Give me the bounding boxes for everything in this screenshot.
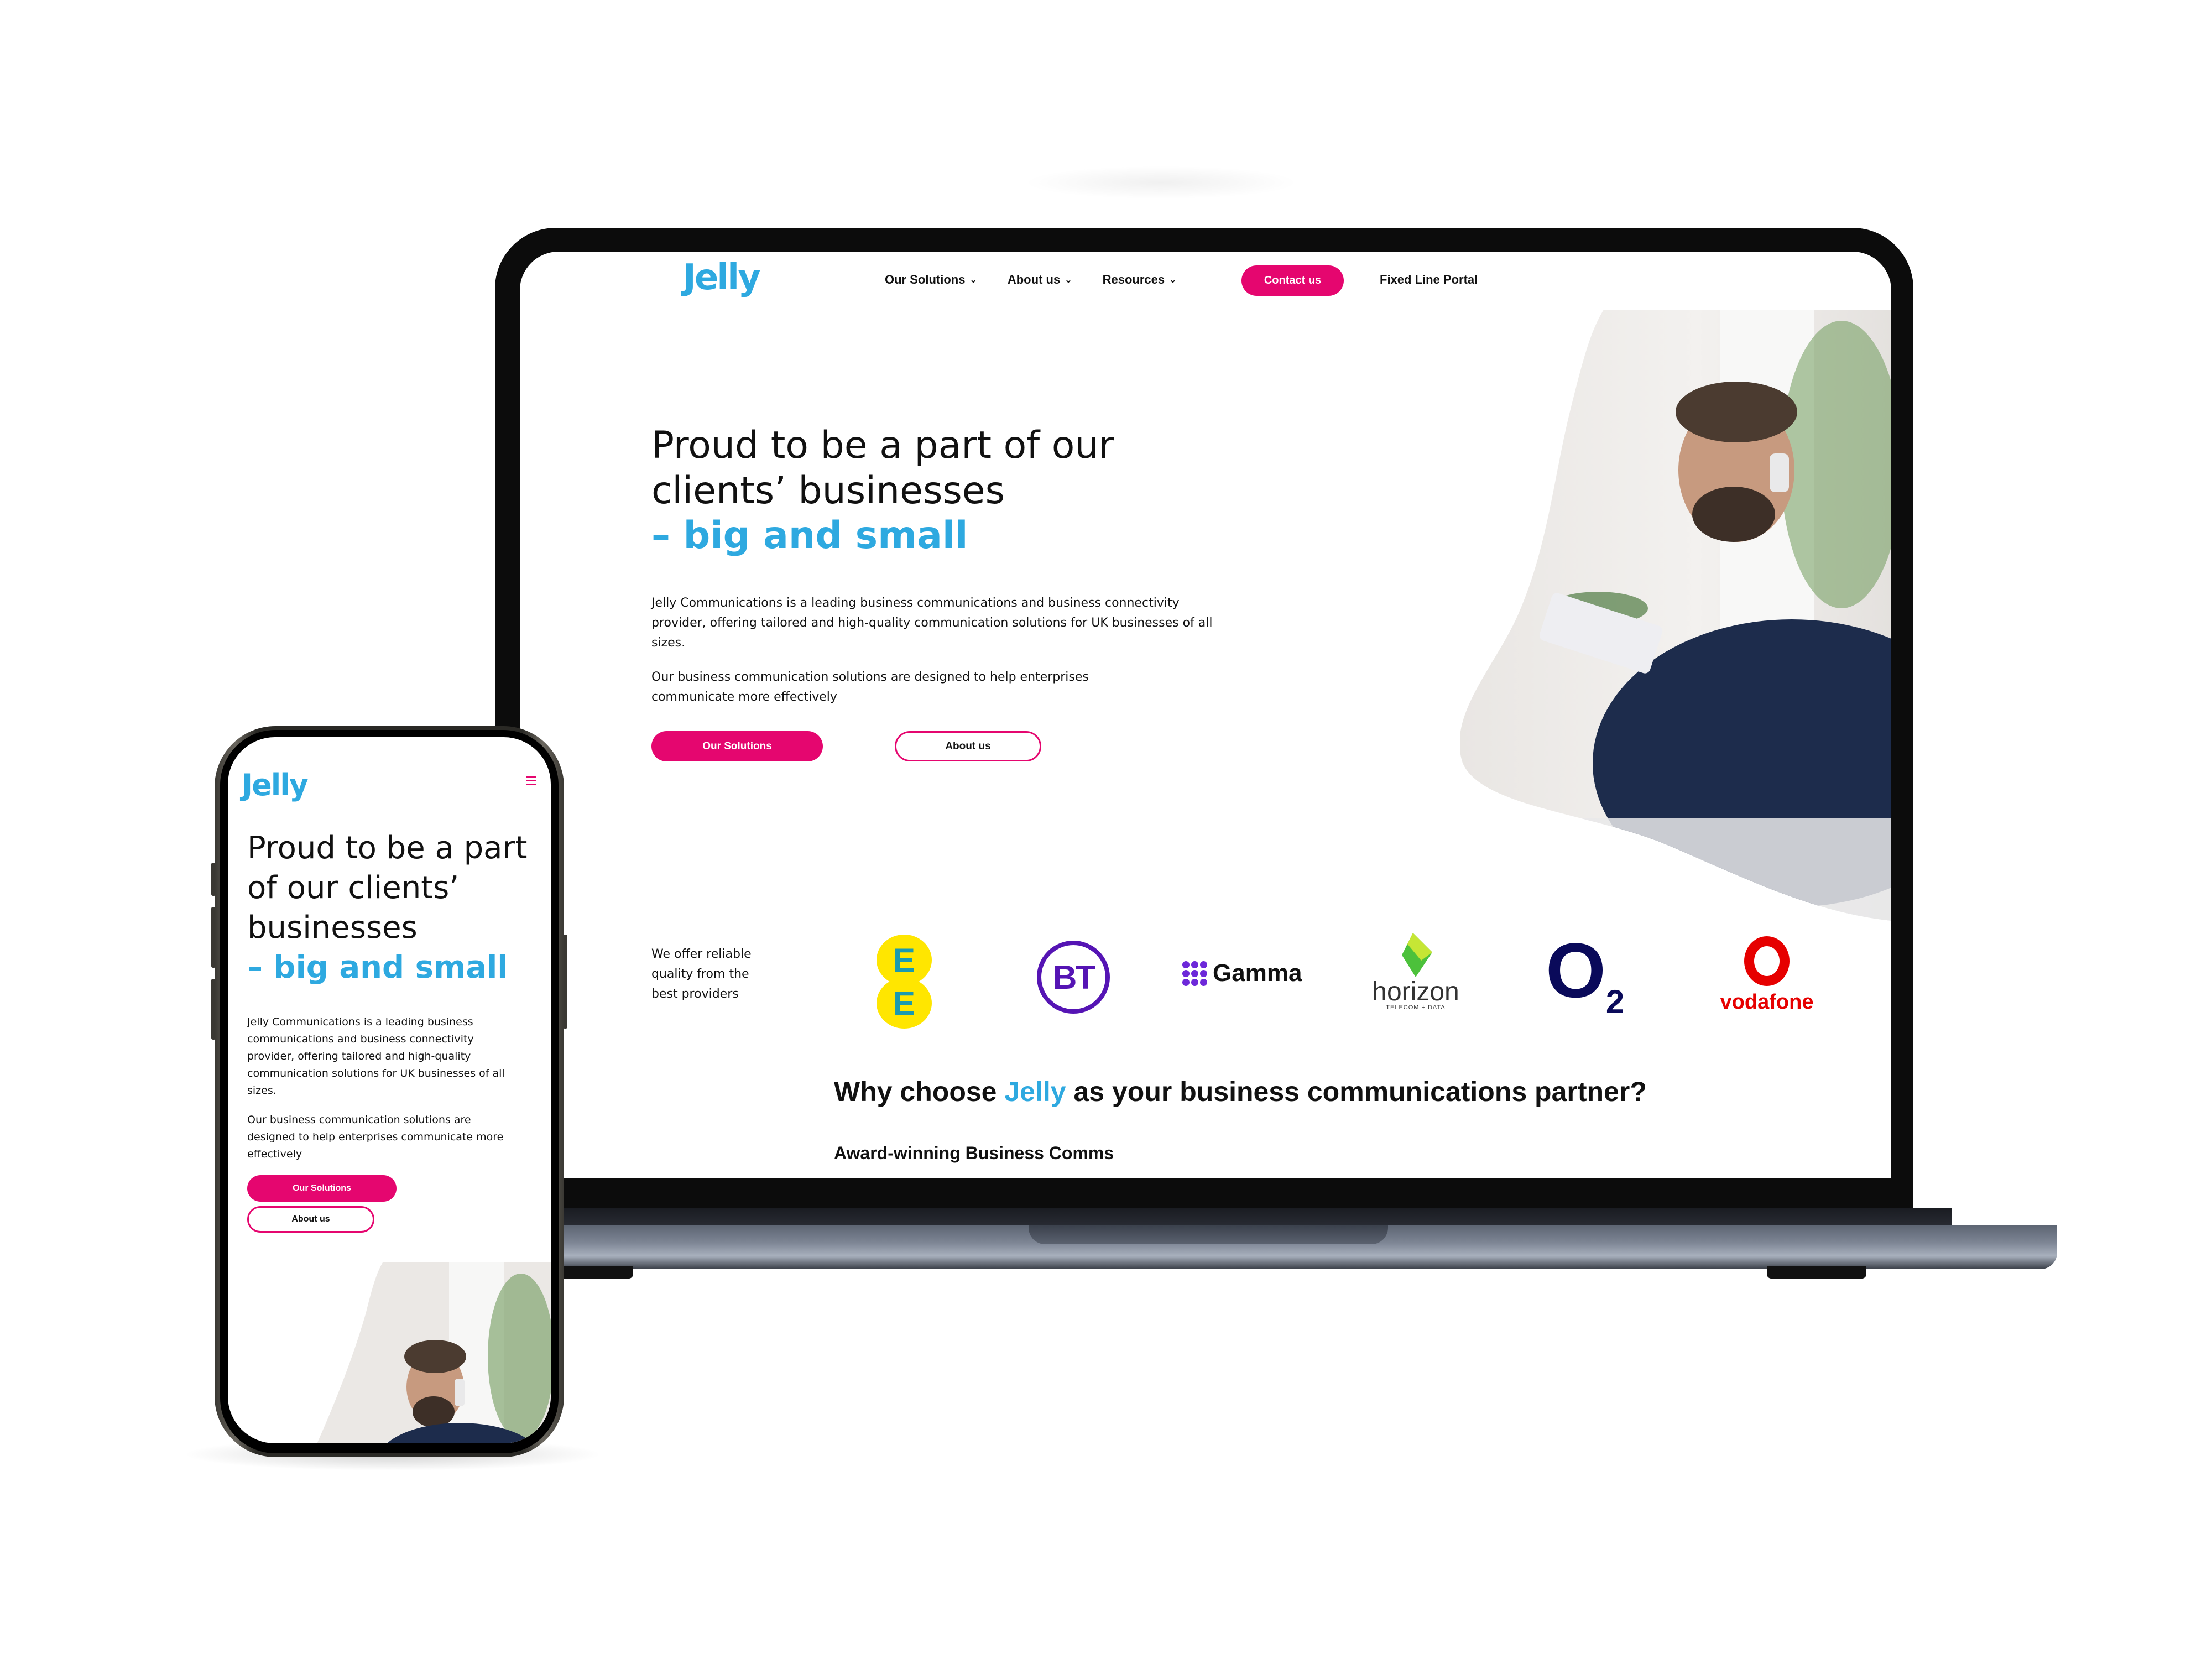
hero-title-accent: – big and small <box>247 950 508 985</box>
ee-logo: E E <box>877 935 932 1029</box>
fixed-line-portal-link[interactable]: Fixed Line Portal <box>1380 273 1478 287</box>
horizon-mark-icon <box>1402 933 1432 977</box>
why-heading: Why choose Jelly as your business commun… <box>834 1076 1647 1108</box>
chevron-down-icon: ⌄ <box>969 275 977 285</box>
our-solutions-button[interactable]: Our Solutions <box>247 1175 397 1202</box>
why-heading-brand: Jelly <box>1004 1076 1066 1107</box>
hero-title-line: Proud to be a part of our <box>651 424 1114 467</box>
mobile-hero-paragraph-1: Jelly Communications is a leading busine… <box>247 1016 505 1097</box>
laptop-foot-right <box>1767 1266 1866 1279</box>
nav-label: Resources <box>1102 273 1165 286</box>
gamma-logo-text: Gamma <box>1213 959 1302 987</box>
chevron-down-icon: ⌄ <box>1169 275 1177 285</box>
mobile-website: Jelly Proud to be a part of our clients’… <box>228 737 551 1443</box>
hero-title-line: Proud to be a part <box>247 830 528 866</box>
ee-logo-letter: E <box>877 978 932 1029</box>
ambient-shadow <box>1023 166 1300 199</box>
nav-label: About us <box>1007 273 1061 286</box>
main-nav: Our Solutions ⌄ About us ⌄ Resources ⌄ <box>885 273 1177 287</box>
why-heading-suffix: as your business communications partner? <box>1066 1076 1647 1107</box>
hero-photo <box>1460 310 1891 921</box>
bt-logo: BT <box>1037 941 1110 1014</box>
mobile-hero-photo <box>316 1262 551 1443</box>
horizon-logo: horizon TELECOM + DATA <box>1366 933 1465 1011</box>
why-subheading: Award-winning Business Comms <box>834 1143 1114 1163</box>
jelly-logo[interactable]: Jelly <box>242 768 309 802</box>
our-solutions-button[interactable]: Our Solutions <box>651 731 823 761</box>
vodafone-speechmark-icon <box>1744 936 1790 986</box>
about-us-button[interactable]: About us <box>247 1206 374 1233</box>
hero-title-line: businesses <box>247 910 418 946</box>
o2-logo: O2 <box>1546 932 1624 1019</box>
hero-title-line: clients’ businesses <box>651 468 1005 513</box>
providers-intro: We offer reliable quality from the best … <box>651 947 752 1001</box>
mobile-hero-title: Proud to be a part of our clients’ busin… <box>247 828 527 988</box>
contact-us-button[interactable]: Contact us <box>1241 265 1344 296</box>
hero-title-line: of our clients’ <box>247 870 460 906</box>
nav-about-us[interactable]: About us ⌄ <box>1008 273 1072 287</box>
hero-paragraph-2: Our business communication solutions are… <box>651 670 1089 704</box>
gamma-dots-icon <box>1182 961 1207 986</box>
nav-resources[interactable]: Resources ⌄ <box>1103 273 1177 287</box>
hero-title: Proud to be a part of our clients’ busin… <box>651 423 1114 559</box>
chevron-down-icon: ⌄ <box>1065 275 1072 285</box>
why-heading-prefix: Why choose <box>834 1076 1005 1107</box>
laptop-notch <box>1029 1225 1388 1244</box>
gamma-logo: Gamma <box>1182 959 1302 987</box>
mobile-hero-paragraph-2: Our business communication solutions are… <box>247 1114 504 1160</box>
about-us-button[interactable]: About us <box>895 731 1041 761</box>
jelly-logo[interactable]: Jelly <box>683 257 761 298</box>
o2-logo-letter: O <box>1546 927 1606 1014</box>
nav-our-solutions[interactable]: Our Solutions ⌄ <box>885 273 977 287</box>
vodafone-logo-text: vodafone <box>1720 990 1814 1014</box>
hero-title-accent: – big and small <box>651 514 968 558</box>
o2-logo-subscript: 2 <box>1605 983 1625 1020</box>
desktop-website: Jelly Our Solutions ⌄ About us ⌄ Resourc… <box>520 252 1891 1178</box>
nav-label: Our Solutions <box>885 273 966 286</box>
hamburger-menu-icon[interactable] <box>526 776 536 785</box>
vodafone-logo: vodafone <box>1720 936 1814 1014</box>
hero-paragraph-1: Jelly Communications is a leading busine… <box>651 596 1213 650</box>
horizon-logo-text: horizon <box>1372 977 1459 1006</box>
